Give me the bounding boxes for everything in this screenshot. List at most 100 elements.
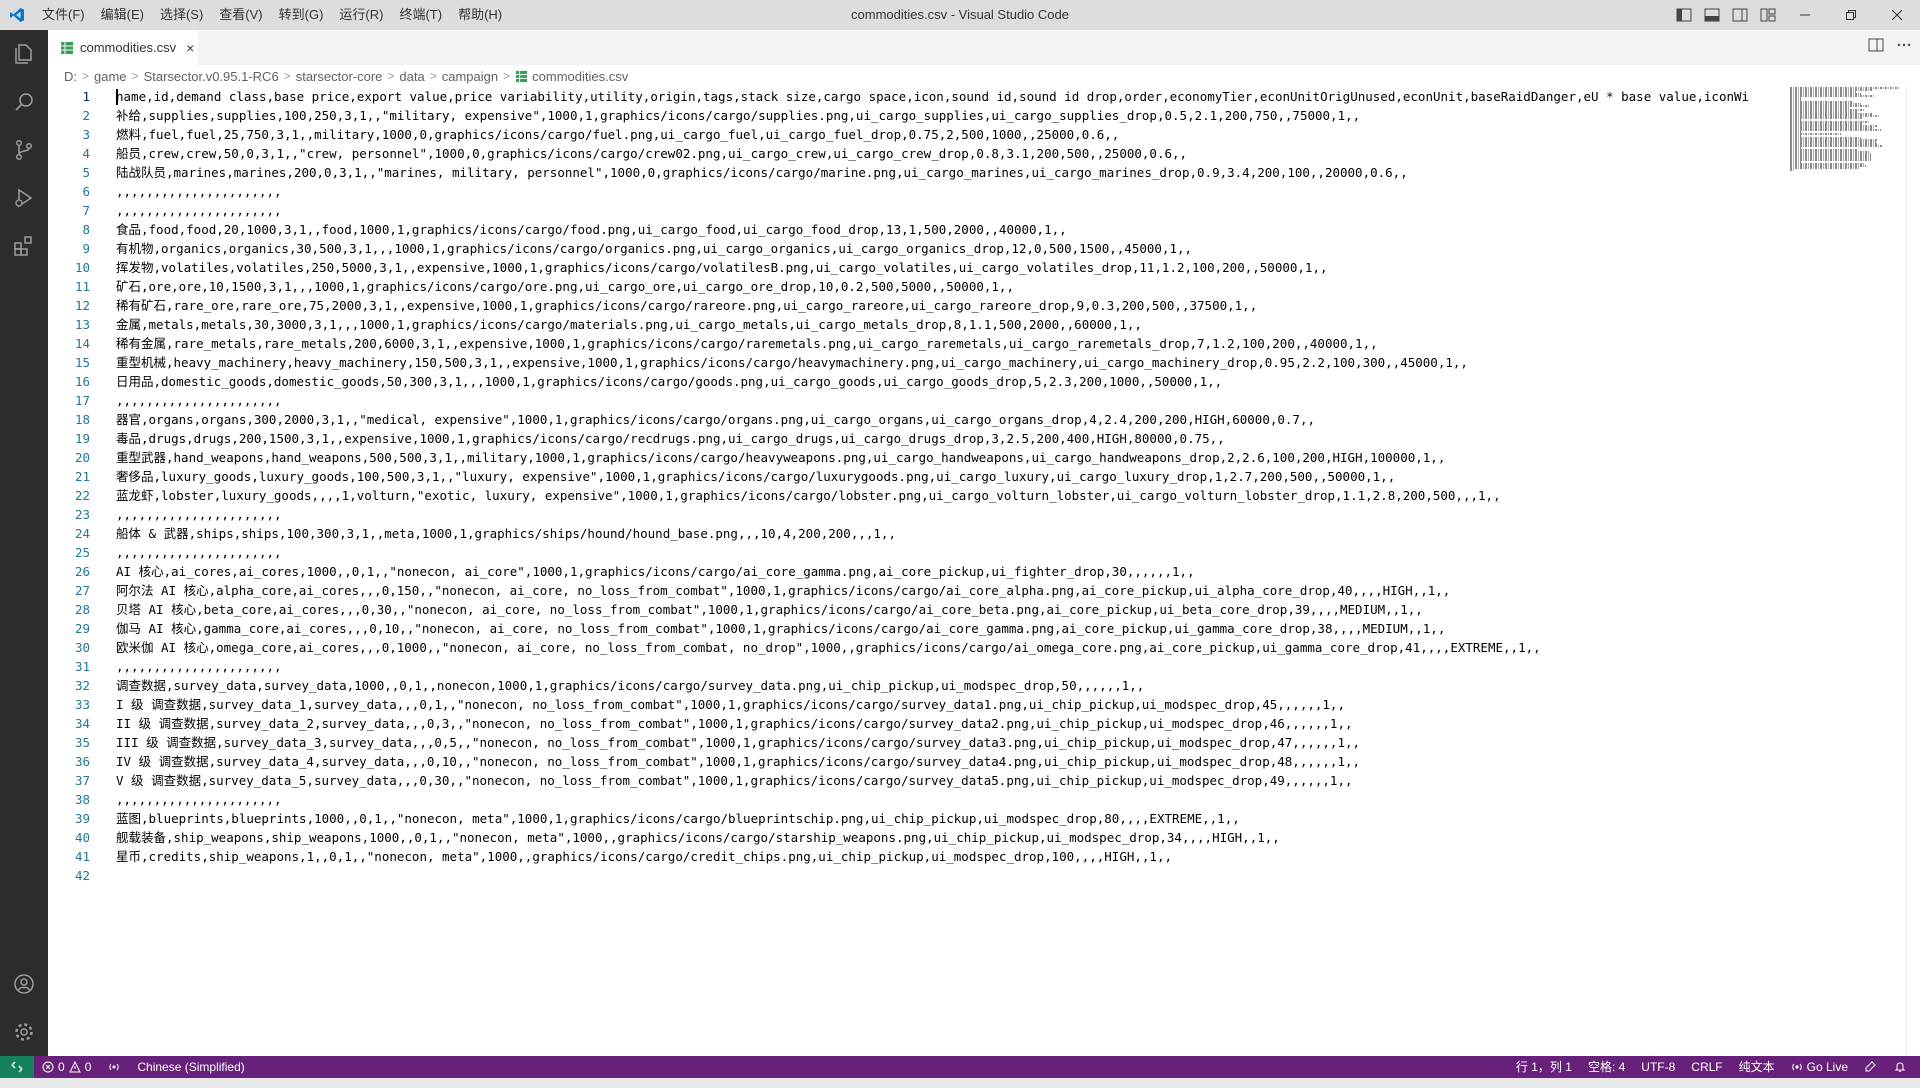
- eol-status[interactable]: CRLF: [1683, 1056, 1730, 1078]
- extensions-icon[interactable]: [0, 222, 48, 270]
- code-line[interactable]: ,,,,,,,,,,,,,,,,,,,,,,: [116, 543, 1828, 562]
- split-editor-icon[interactable]: [1868, 38, 1884, 57]
- broadcast-icon[interactable]: [99, 1056, 129, 1078]
- code-line[interactable]: 蓝图,blueprints,blueprints,1000,,0,1,,"non…: [116, 809, 1828, 828]
- breadcrumb-item[interactable]: D:: [64, 69, 77, 84]
- line-number: 4: [82, 146, 90, 161]
- cursor-position[interactable]: 行 1，列 1: [1508, 1056, 1580, 1078]
- restore-icon[interactable]: [1828, 0, 1874, 30]
- close-window-icon[interactable]: [1874, 0, 1920, 30]
- menu-go[interactable]: 转到(G): [271, 0, 332, 30]
- vscode-logo-icon[interactable]: [0, 0, 34, 30]
- code-line[interactable]: ,,,,,,,,,,,,,,,,,,,,,,: [116, 201, 1828, 220]
- code-line[interactable]: 阿尔法 AI 核心,alpha_core,ai_cores,,,0,150,,"…: [116, 581, 1828, 600]
- code-line[interactable]: 稀有矿石,rare_ore,rare_ore,75,2000,3,1,,expe…: [116, 296, 1828, 315]
- indentation-status[interactable]: 空格: 4: [1580, 1056, 1633, 1078]
- menu-selection[interactable]: 选择(S): [152, 0, 211, 30]
- menu-run[interactable]: 运行(R): [331, 0, 391, 30]
- breadcrumb-item[interactable]: data: [399, 69, 424, 84]
- encoding-status[interactable]: UTF-8: [1633, 1056, 1683, 1078]
- more-actions-icon[interactable]: [1896, 38, 1912, 57]
- code-line[interactable]: 重型武器,hand_weapons,hand_weapons,500,500,3…: [116, 448, 1828, 467]
- source-control-icon[interactable]: [0, 126, 48, 174]
- toggle-panel-icon[interactable]: [1698, 0, 1726, 30]
- code-line[interactable]: 陆战队员,marines,marines,200,0,3,1,,"marines…: [116, 163, 1828, 182]
- account-icon[interactable]: [0, 960, 48, 1008]
- warning-icon: [68, 1061, 81, 1073]
- code-line[interactable]: 船体 & 武器,ships,ships,100,300,3,1,,meta,10…: [116, 524, 1828, 543]
- code-line[interactable]: II 级 调查数据,survey_data_2,survey_data,,,0,…: [116, 714, 1828, 733]
- manage-gear-icon[interactable]: [0, 1008, 48, 1056]
- toggle-secondary-sidebar-icon[interactable]: [1726, 0, 1754, 30]
- menu-view[interactable]: 查看(V): [211, 0, 270, 30]
- minimap[interactable]: [1790, 87, 1904, 171]
- code-line[interactable]: V 级 调查数据,survey_data_5,survey_data,,,0,3…: [116, 771, 1828, 790]
- code-line[interactable]: IV 级 调查数据,survey_data_4,survey_data,,,0,…: [116, 752, 1828, 771]
- code-line[interactable]: 矿石,ore,ore,10,1500,3,1,,,1000,1,graphics…: [116, 277, 1828, 296]
- code-line[interactable]: 船员,crew,crew,50,0,3,1,,"crew, personnel"…: [116, 144, 1828, 163]
- code-line[interactable]: 器官,organs,organs,300,2000,3,1,,"medical,…: [116, 410, 1828, 429]
- line-number: 36: [74, 754, 90, 769]
- problems-indicator[interactable]: 0 0: [34, 1056, 99, 1078]
- minimize-icon[interactable]: [1782, 0, 1828, 30]
- code-line[interactable]: 欧米伽 AI 核心,omega_core,ai_cores,,,0,1000,,…: [116, 638, 1828, 657]
- code-line[interactable]: 燃料,fuel,fuel,25,750,3,1,,military,1000,0…: [116, 125, 1828, 144]
- remote-indicator-icon[interactable]: [0, 1056, 34, 1078]
- code-line[interactable]: 补给,supplies,supplies,100,250,3,1,,"milit…: [116, 106, 1828, 125]
- code-line[interactable]: 毒品,drugs,drugs,200,1500,3,1,,expensive,1…: [116, 429, 1828, 448]
- line-number: 42: [74, 868, 90, 883]
- run-debug-icon[interactable]: [0, 174, 48, 222]
- code-line[interactable]: AI 核心,ai_cores,ai_cores,1000,,0,1,,"none…: [116, 562, 1828, 581]
- editor-area[interactable]: 1 2 3 4 5 6 7 8 9 10 11 12 13 14 15 16 17 18 19 20 21 22 23 24 2…: [48, 87, 1920, 1056]
- code-line[interactable]: 挥发物,volatiles,volatiles,250,5000,3,1,,ex…: [116, 258, 1828, 277]
- go-live-button[interactable]: Go Live: [1783, 1056, 1856, 1078]
- code-line[interactable]: 金属,metals,metals,30,3000,3,1,,,1000,1,gr…: [116, 315, 1828, 334]
- code-line[interactable]: 奢侈品,luxury_goods,luxury_goods,100,500,3,…: [116, 467, 1828, 486]
- menu-help[interactable]: 帮助(H): [450, 0, 510, 30]
- code-line[interactable]: 蓝龙虾,lobster,luxury_goods,,,,1,volturn,"e…: [116, 486, 1828, 505]
- code-line[interactable]: ,,,,,,,,,,,,,,,,,,,,,,: [116, 657, 1828, 676]
- menu-terminal[interactable]: 终端(T): [391, 0, 450, 30]
- breadcrumb-item-file[interactable]: commodities.csv: [532, 69, 628, 84]
- code-line[interactable]: ,,,,,,,,,,,,,,,,,,,,,,: [116, 790, 1828, 809]
- breadcrumb-item[interactable]: Starsector.v0.95.1-RC6: [144, 69, 279, 84]
- chevron-right-icon: >: [283, 69, 291, 83]
- code-line[interactable]: ,,,,,,,,,,,,,,,,,,,,,,: [116, 182, 1828, 201]
- code-line[interactable]: 重型机械,heavy_machinery,heavy_machinery,150…: [116, 353, 1828, 372]
- code-line[interactable]: 舰载装备,ship_weapons,ship_weapons,1000,,0,1…: [116, 828, 1828, 847]
- code-line[interactable]: III 级 调查数据,survey_data_3,survey_data,,,0…: [116, 733, 1828, 752]
- vertical-scrollbar[interactable]: [1906, 87, 1920, 1056]
- code-line[interactable]: 贝塔 AI 核心,beta_core,ai_cores,,,0,30,,"non…: [116, 600, 1828, 619]
- code-line[interactable]: 食品,food,food,20,1000,3,1,,food,1000,1,gr…: [116, 220, 1828, 239]
- code-line[interactable]: 有机物,organics,organics,30,500,3,1,,,1000,…: [116, 239, 1828, 258]
- code-line[interactable]: name,id,demand class,base price,export v…: [116, 87, 1828, 106]
- language-mode-status[interactable]: 纯文本: [1731, 1056, 1783, 1078]
- code-line[interactable]: I 级 调查数据,survey_data_1,survey_data,,,0,1…: [116, 695, 1828, 714]
- search-icon[interactable]: [0, 78, 48, 126]
- line-number: 25: [74, 545, 90, 560]
- code-line[interactable]: 稀有金属,rare_metals,rare_metals,200,6000,3,…: [116, 334, 1828, 353]
- code-line[interactable]: 调查数据,survey_data,survey_data,1000,,0,1,,…: [116, 676, 1828, 695]
- tab-close-icon[interactable]: ×: [186, 40, 194, 56]
- breadcrumb-item[interactable]: game: [94, 69, 127, 84]
- customize-layout-icon[interactable]: [1754, 0, 1782, 30]
- taskbar-strip: [0, 1078, 1920, 1088]
- feedback-icon[interactable]: [1856, 1056, 1886, 1078]
- menu-file[interactable]: 文件(F): [34, 0, 93, 30]
- breadcrumb-item[interactable]: campaign: [442, 69, 498, 84]
- breadcrumb-item[interactable]: starsector-core: [296, 69, 383, 84]
- notifications-bell-icon[interactable]: [1886, 1056, 1914, 1078]
- menu-edit[interactable]: 编辑(E): [93, 0, 152, 30]
- code-line[interactable]: 星币,credits,ship_weapons,1,,0,1,,"nonecon…: [116, 847, 1828, 866]
- language-pack-status[interactable]: Chinese (Simplified): [129, 1056, 252, 1078]
- code-line[interactable]: [116, 866, 1828, 885]
- tab-commodities-csv[interactable]: commodities.csv ×: [48, 30, 198, 65]
- code-line[interactable]: 日用品,domestic_goods,domestic_goods,50,300…: [116, 372, 1828, 391]
- minimap-line: [1790, 169, 1794, 171]
- code-content[interactable]: name,id,demand class,base price,export v…: [116, 87, 1828, 885]
- code-line[interactable]: ,,,,,,,,,,,,,,,,,,,,,,: [116, 391, 1828, 410]
- explorer-icon[interactable]: [0, 30, 48, 78]
- code-line[interactable]: ,,,,,,,,,,,,,,,,,,,,,,: [116, 505, 1828, 524]
- code-line[interactable]: 伽马 AI 核心,gamma_core,ai_cores,,,0,10,,"no…: [116, 619, 1828, 638]
- toggle-primary-sidebar-icon[interactable]: [1670, 0, 1698, 30]
